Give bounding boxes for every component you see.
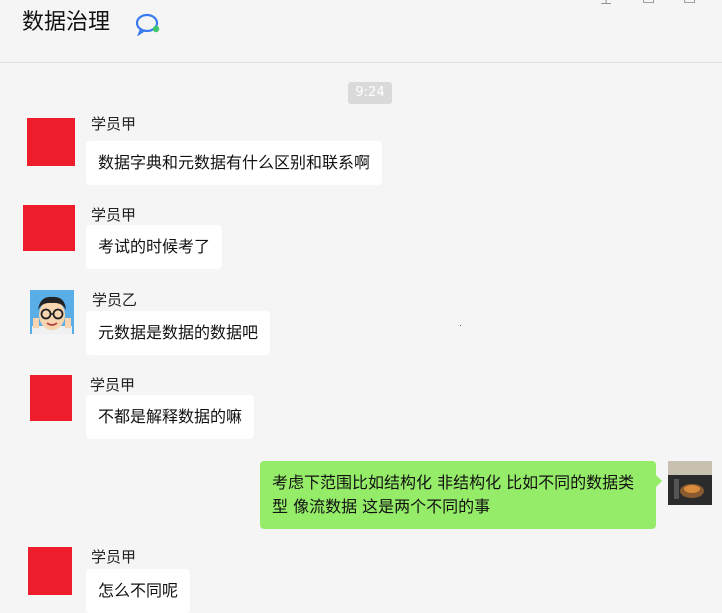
message-bubble[interactable]: 不都是解释数据的嘛	[86, 395, 255, 439]
message-bubble[interactable]: 元数据是数据的数据吧	[86, 311, 271, 355]
message-timestamp: 9:24	[348, 82, 392, 104]
avatar[interactable]	[23, 205, 75, 251]
message-bubble[interactable]: 考试的时候考了	[86, 225, 223, 269]
sender-name: 学员甲	[90, 376, 136, 394]
avatar[interactable]	[28, 547, 72, 595]
message-bubble[interactable]: 怎么不同呢	[86, 569, 191, 613]
pin-icon[interactable]: ⊥	[600, 0, 612, 8]
sender-name: 学员乙	[92, 291, 138, 309]
chat-header: 数据治理 ⊥ ▭ ▭	[0, 0, 722, 63]
sender-name: 学员甲	[91, 548, 137, 566]
self-avatar-icon[interactable]	[668, 461, 712, 505]
avatar[interactable]	[27, 118, 75, 166]
minimize-icon[interactable]: ▭	[642, 0, 655, 8]
outgoing-message-bubble[interactable]: 考虑下范围比如结构化 非结构化 比如不同的数据类型 像流数据 这是两个不同的事	[260, 461, 662, 529]
maximize-icon[interactable]: ▭	[683, 0, 696, 8]
sender-name: 学员甲	[91, 115, 137, 133]
chat-title: 数据治理	[22, 10, 111, 35]
stray-dot	[460, 325, 461, 326]
chat-bubble-icon[interactable]	[134, 12, 162, 36]
message-bubble[interactable]: 数据字典和元数据有什么区别和联系啊	[86, 141, 383, 185]
sender-name: 学员甲	[91, 206, 137, 224]
cartoon-avatar-icon[interactable]	[30, 290, 74, 334]
avatar[interactable]	[30, 375, 72, 421]
